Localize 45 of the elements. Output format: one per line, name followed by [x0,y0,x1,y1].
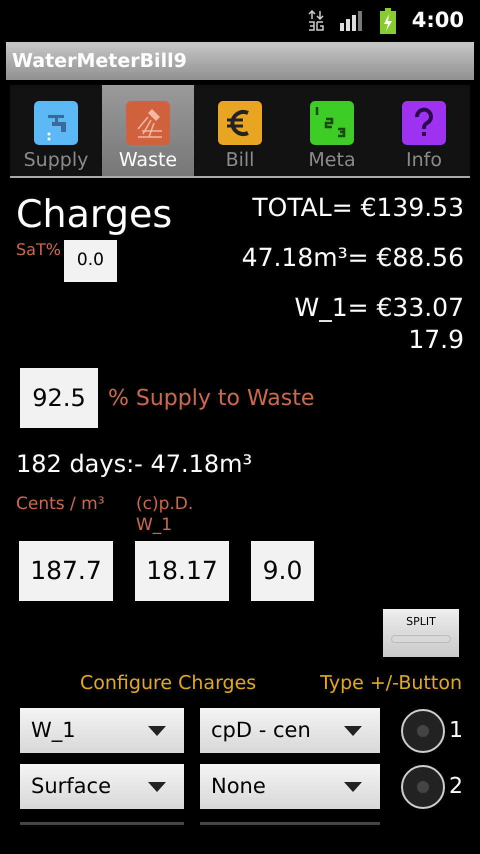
split-button[interactable]: SPLIT [383,609,459,657]
caret-icon [344,782,362,792]
dropdown[interactable]: Surface [20,764,184,809]
dropdown[interactable]: cpD - cen [200,708,380,753]
total-line: TOTAL= €139.53 [252,192,464,224]
input-field[interactable]: 18.17 [135,541,229,601]
section-label: Configure Charges [80,671,256,696]
radio-label: 2 [449,773,463,801]
tab[interactable]: Bill [194,85,286,176]
total-line: W_1= €33.07 [294,292,464,324]
total-line: 47.18m³= €88.56 [242,242,464,274]
section-heading: Charges [16,192,172,236]
caret-icon [344,726,362,736]
tab[interactable]: Meta [286,85,378,176]
dropdown[interactable]: None [200,764,380,809]
input-field[interactable]: 187.7 [19,541,113,601]
numbers-icon [310,101,354,145]
data-3g-icon [308,10,324,32]
battery-icon [380,8,396,34]
input-field[interactable]: 0.0 [64,240,117,282]
radio-label: 1 [449,717,463,745]
caret-icon [148,726,166,736]
field-label: (c)p.D. W_1 [136,494,194,536]
tap-icon [34,101,78,145]
radio-button[interactable] [400,764,446,810]
dropdown[interactable]: W_1 [20,708,184,753]
input-field[interactable]: 92.5 [20,368,98,428]
tab[interactable]: Info [378,85,470,176]
field-label: SaT% [16,239,61,261]
tab[interactable]: Waste [102,85,194,176]
field-label: % Supply to Waste [108,384,314,412]
euro-icon [218,101,262,145]
caret-icon [148,782,166,792]
field-label: Cents / m³ [16,494,106,516]
signal-icon [340,11,364,31]
section-label: Type +/-Button [320,671,462,696]
summary-text: 182 days:- 47.18m³ [15,449,254,480]
window-title: WaterMeterBill9 [12,48,187,74]
radio-button[interactable] [400,708,446,754]
input-field[interactable]: 9.0 [251,541,314,601]
total-line: 17.9 [408,324,464,356]
shower-icon [126,101,170,145]
question-icon [402,101,446,145]
tab[interactable]: Supply [10,85,102,176]
clock: 4:00 [412,7,464,34]
